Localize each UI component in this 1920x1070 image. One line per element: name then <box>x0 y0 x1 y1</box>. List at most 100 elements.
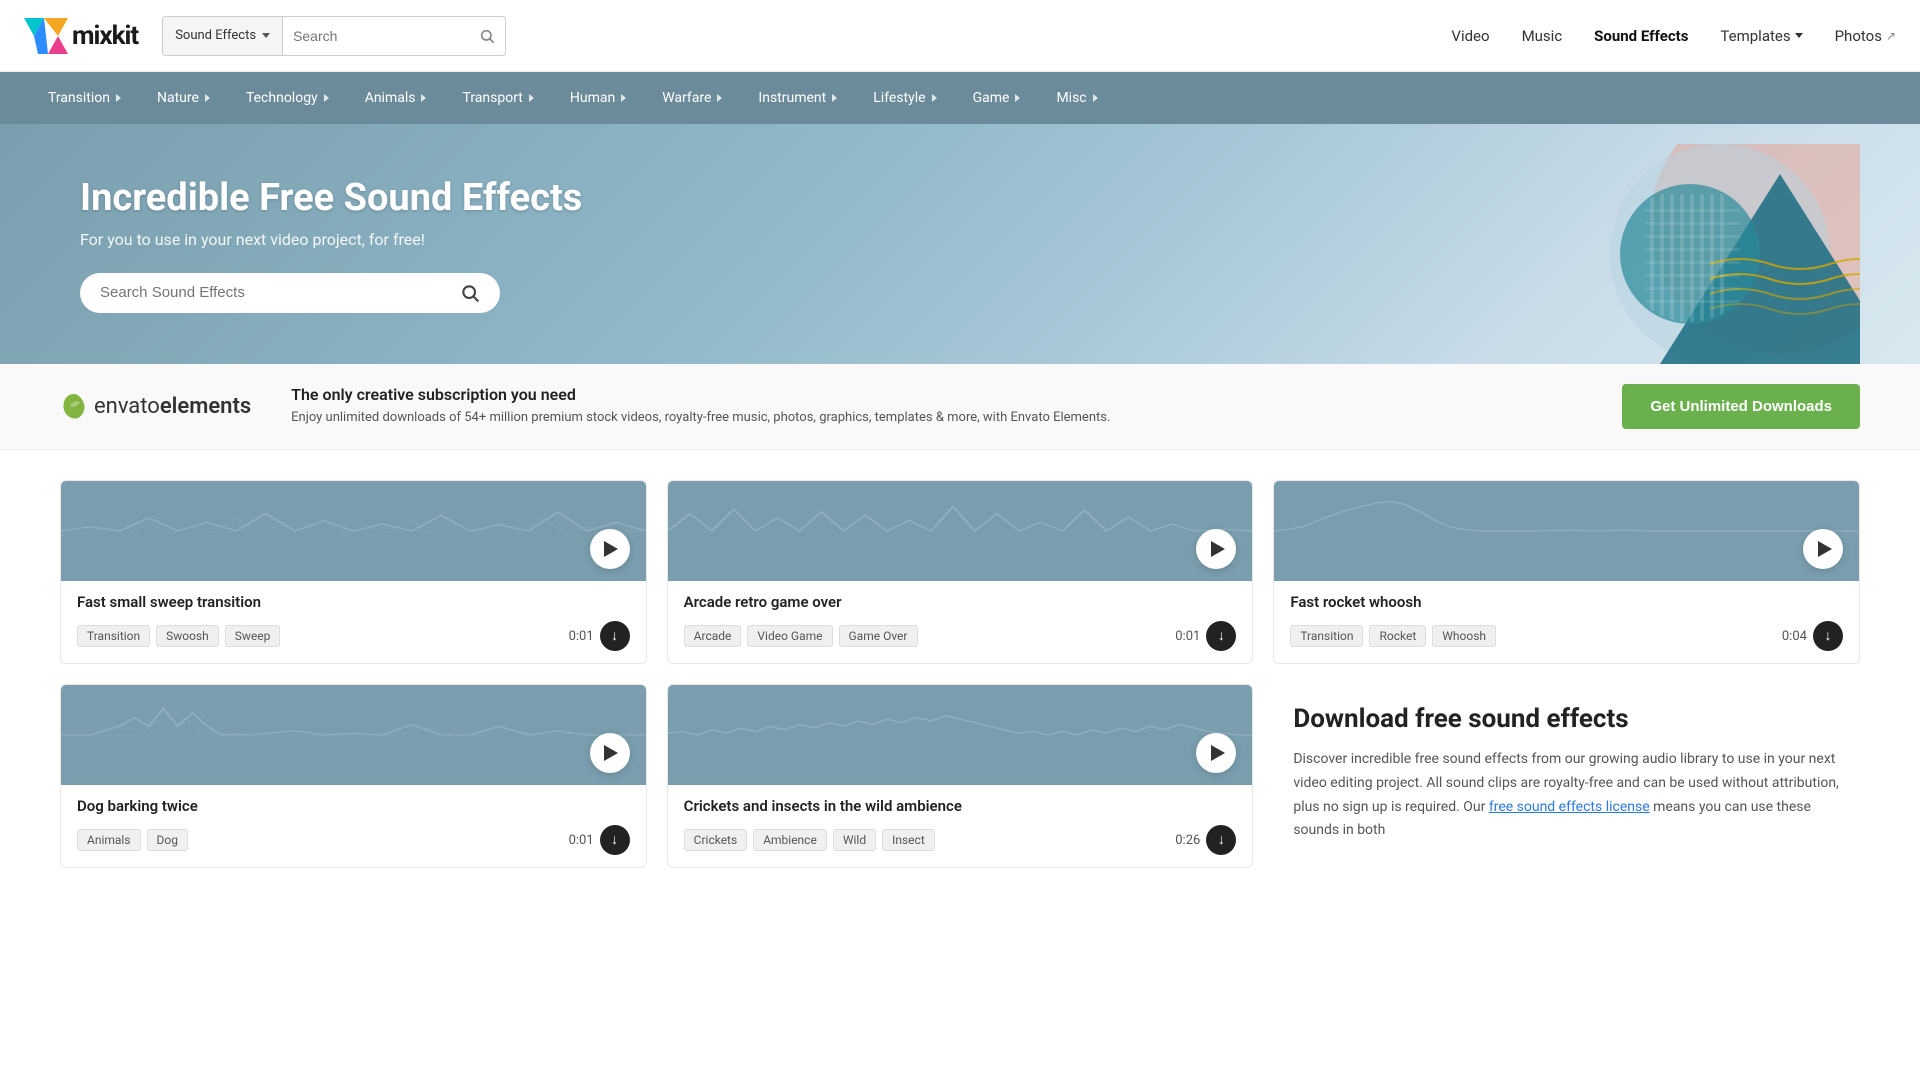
card-title-2: Arcade retro game over <box>684 593 1237 611</box>
search-input-wrap <box>283 28 505 44</box>
download-arrow-icon-2: ↓ <box>1218 629 1225 643</box>
card-info-1: Fast small sweep transition Transition S… <box>61 581 646 663</box>
tag-animals[interactable]: Animals <box>77 829 141 851</box>
cat-human-arrow <box>621 94 626 102</box>
tag-crickets[interactable]: Crickets <box>684 829 748 851</box>
search-category-chevron-icon <box>262 33 270 38</box>
hero-search-bar <box>80 273 500 313</box>
tag-wild[interactable]: Wild <box>833 829 876 851</box>
tag-gameover[interactable]: Game Over <box>839 625 918 647</box>
download-arrow-icon-1: ↓ <box>611 629 618 643</box>
envato-description: Enjoy unlimited downloads of 54+ million… <box>291 408 1582 428</box>
cat-transition[interactable]: Transition <box>32 84 137 112</box>
nav-photos[interactable]: Photos ↗ <box>1835 27 1896 45</box>
cat-game[interactable]: Game <box>957 84 1037 112</box>
download-button-4[interactable]: ↓ <box>600 825 630 855</box>
card-title-3: Fast rocket whoosh <box>1290 593 1843 611</box>
tag-ambience[interactable]: Ambience <box>753 829 827 851</box>
card-tags-5: Crickets Ambience Wild Insect <box>684 829 1170 851</box>
cat-transport-arrow <box>529 94 534 102</box>
cat-technology[interactable]: Technology <box>230 84 345 112</box>
play-button-4[interactable] <box>590 733 630 773</box>
cat-misc-arrow <box>1093 94 1098 102</box>
download-button-1[interactable]: ↓ <box>600 621 630 651</box>
search-category-dropdown[interactable]: Sound Effects <box>163 17 283 55</box>
card-tags-1: Transition Swoosh Sweep <box>77 625 563 647</box>
hero-illustration <box>1460 144 1860 364</box>
cat-human[interactable]: Human <box>554 84 642 112</box>
cat-lifestyle[interactable]: Lifestyle <box>857 84 952 112</box>
photos-external-icon: ↗ <box>1886 29 1896 43</box>
card-tags-row-5: Crickets Ambience Wild Insect 0:26 ↓ <box>684 825 1237 855</box>
card-waveform-5 <box>668 685 1253 785</box>
search-bar: Sound Effects <box>162 16 506 56</box>
download-arrow-icon-5: ↓ <box>1218 833 1225 847</box>
tag-whoosh[interactable]: Whoosh <box>1432 625 1496 647</box>
cat-instrument[interactable]: Instrument <box>742 84 853 112</box>
tag-transition-1[interactable]: Transition <box>77 625 150 647</box>
free-sound-effects-link[interactable]: free sound effects license <box>1489 799 1650 815</box>
card-duration-2: 0:01 <box>1175 629 1200 644</box>
nav-sound-effects[interactable]: Sound Effects <box>1594 27 1688 45</box>
play-button-1[interactable] <box>590 529 630 569</box>
tag-insect[interactable]: Insect <box>882 829 935 851</box>
cat-instrument-arrow <box>832 94 837 102</box>
envato-copy: The only creative subscription you need … <box>291 385 1582 428</box>
logo[interactable]: mixkit <box>24 18 138 54</box>
envato-cta-button[interactable]: Get Unlimited Downloads <box>1622 384 1860 429</box>
play-triangle-1 <box>604 541 618 557</box>
nav-templates[interactable]: Templates <box>1720 27 1802 45</box>
main-content: Fast small sweep transition Transition S… <box>0 450 1920 898</box>
search-category-label: Sound Effects <box>175 28 256 43</box>
hero-illustration-svg <box>1460 144 1860 364</box>
card-title-4: Dog barking twice <box>77 797 630 815</box>
play-triangle-5 <box>1211 745 1225 761</box>
envato-banner: envatoelements The only creative subscri… <box>0 364 1920 450</box>
card-tags-4: Animals Dog <box>77 829 563 851</box>
card-waveform-3 <box>1274 481 1859 581</box>
download-button-5[interactable]: ↓ <box>1206 825 1236 855</box>
download-button-2[interactable]: ↓ <box>1206 621 1236 651</box>
download-text-body: Discover incredible free sound effects f… <box>1293 748 1840 843</box>
tag-transition-3[interactable]: Transition <box>1290 625 1363 647</box>
download-button-3[interactable]: ↓ <box>1813 621 1843 651</box>
nav-video[interactable]: Video <box>1451 27 1489 45</box>
tag-arcade[interactable]: Arcade <box>684 625 742 647</box>
card-tags-row-3: Transition Rocket Whoosh 0:04 ↓ <box>1290 621 1843 651</box>
hero-search-input[interactable] <box>100 284 450 301</box>
hero-section: Incredible Free Sound Effects For you to… <box>0 124 1920 364</box>
cat-animals-arrow <box>421 94 426 102</box>
envato-leaf-icon <box>60 392 88 422</box>
hero-title: Incredible Free Sound Effects <box>80 176 582 220</box>
tag-sweep-1[interactable]: Sweep <box>225 625 281 647</box>
card-info-5: Crickets and insects in the wild ambienc… <box>668 785 1253 867</box>
play-button-3[interactable] <box>1803 529 1843 569</box>
tag-swoosh-1[interactable]: Swoosh <box>156 625 219 647</box>
cat-transition-arrow <box>116 94 121 102</box>
hero-content: Incredible Free Sound Effects For you to… <box>80 176 582 313</box>
cat-misc[interactable]: Misc <box>1040 84 1113 112</box>
card-duration-3: 0:04 <box>1782 629 1807 644</box>
play-triangle-3 <box>1818 541 1832 557</box>
cat-nature-arrow <box>205 94 210 102</box>
download-text-block: Download free sound effects Discover inc… <box>1273 684 1860 868</box>
download-arrow-icon-3: ↓ <box>1825 629 1832 643</box>
card-tags-3: Transition Rocket Whoosh <box>1290 625 1776 647</box>
tag-videogame[interactable]: Video Game <box>747 625 832 647</box>
sound-card-1: Fast small sweep transition Transition S… <box>60 480 647 664</box>
sound-card-4: Dog barking twice Animals Dog 0:01 ↓ <box>60 684 647 868</box>
cat-transport[interactable]: Transport <box>446 84 549 112</box>
tag-dog[interactable]: Dog <box>147 829 188 851</box>
nav-music[interactable]: Music <box>1522 27 1563 45</box>
download-text-title: Download free sound effects <box>1293 704 1840 734</box>
cat-warfare[interactable]: Warfare <box>646 84 738 112</box>
card-title-1: Fast small sweep transition <box>77 593 630 611</box>
cat-animals[interactable]: Animals <box>349 84 443 112</box>
envato-logo: envatoelements <box>60 392 251 422</box>
search-input[interactable] <box>293 28 473 44</box>
category-bar: Transition Nature Technology Animals Tra… <box>0 72 1920 124</box>
tag-rocket[interactable]: Rocket <box>1369 625 1426 647</box>
cat-warfare-arrow <box>717 94 722 102</box>
cat-nature[interactable]: Nature <box>141 84 226 112</box>
hero-subtitle: For you to use in your next video projec… <box>80 230 582 249</box>
